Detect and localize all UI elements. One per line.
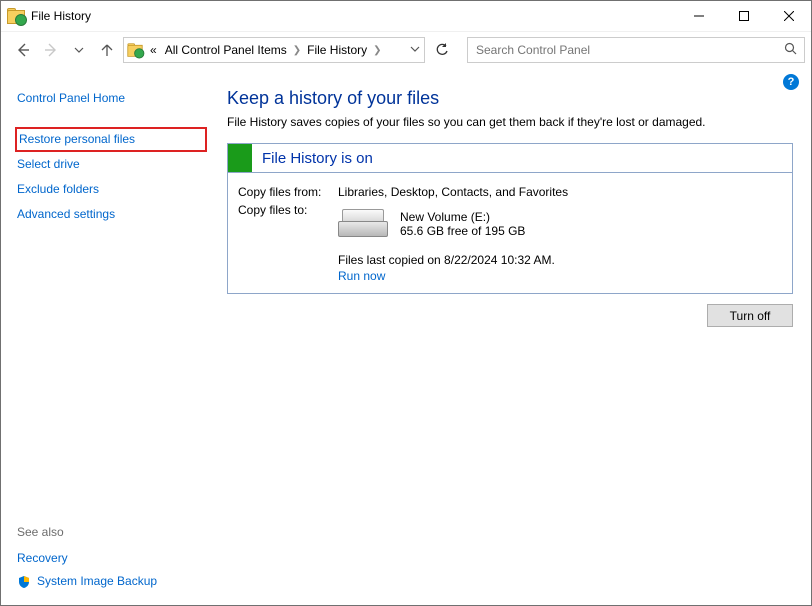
app-icon [7, 8, 25, 24]
run-now-link[interactable]: Run now [338, 269, 385, 283]
back-arrow-icon [14, 41, 32, 59]
maximize-button[interactable] [721, 1, 766, 31]
refresh-icon [435, 43, 449, 57]
minimize-button[interactable] [676, 1, 721, 31]
see-also-section: See also Recovery System Image Backup [17, 525, 207, 605]
shield-icon [17, 575, 31, 589]
breadcrumb-item[interactable]: File History [303, 43, 371, 57]
drive-icon [338, 209, 386, 239]
turn-off-button[interactable]: Turn off [707, 304, 793, 327]
breadcrumb-item[interactable]: All Control Panel Items [161, 43, 291, 57]
window-controls [676, 1, 811, 31]
title-bar: File History [1, 1, 811, 31]
main-panel: Keep a history of your files File Histor… [207, 68, 811, 605]
system-image-backup-link[interactable]: System Image Backup [37, 573, 157, 590]
back-button[interactable] [11, 38, 35, 62]
control-panel-home-link[interactable]: Control Panel Home [17, 86, 207, 111]
forward-arrow-icon [42, 41, 60, 59]
recovery-link[interactable]: Recovery [17, 550, 68, 567]
status-label: File History is on [262, 150, 373, 167]
breadcrumb-prefix: « [146, 43, 161, 57]
chevron-down-icon [74, 45, 84, 55]
highlight-box: Restore personal files [15, 127, 207, 152]
drive-free-space: 65.6 GB free of 195 GB [400, 224, 525, 238]
status-indicator-icon [228, 144, 252, 172]
file-history-window: File History [0, 0, 812, 606]
recent-dropdown[interactable] [67, 38, 91, 62]
close-icon [784, 11, 794, 21]
page-description: File History saves copies of your files … [227, 115, 793, 129]
restore-personal-files-link[interactable]: Restore personal files [17, 128, 135, 150]
nav-bar: « All Control Panel Items ❯ File History… [1, 31, 811, 68]
drive-name: New Volume (E:) [400, 210, 525, 224]
sidebar: Control Panel Home Restore personal file… [1, 68, 207, 605]
content-area: ? Control Panel Home Restore personal fi… [1, 68, 811, 605]
status-header: File History is on [228, 144, 792, 173]
exclude-folders-link[interactable]: Exclude folders [17, 177, 207, 202]
address-app-icon [124, 42, 146, 58]
action-row: Turn off [227, 304, 793, 327]
status-box: File History is on Copy files from: Libr… [227, 143, 793, 294]
copy-to-label: Copy files to: [238, 203, 338, 249]
address-dropdown-icon[interactable] [410, 43, 420, 57]
advanced-settings-link[interactable]: Advanced settings [17, 202, 207, 227]
address-bar[interactable]: « All Control Panel Items ❯ File History… [123, 37, 425, 63]
up-button[interactable] [95, 38, 119, 62]
search-icon[interactable] [784, 42, 798, 59]
breadcrumb-chevron-icon[interactable]: ❯ [371, 45, 383, 56]
select-drive-link[interactable]: Select drive [17, 152, 207, 177]
see-also-header: See also [17, 525, 207, 539]
maximize-icon [739, 11, 749, 21]
forward-button[interactable] [39, 38, 63, 62]
window-title: File History [31, 9, 91, 23]
search-input[interactable] [474, 42, 784, 58]
minimize-icon [694, 11, 704, 21]
refresh-button[interactable] [429, 37, 455, 63]
copy-from-label: Copy files from: [238, 185, 338, 199]
last-copied-text: Files last copied on 8/22/2024 10:32 AM. [338, 253, 782, 267]
page-heading: Keep a history of your files [227, 88, 793, 109]
search-box[interactable] [467, 37, 805, 63]
copy-to-value: New Volume (E:) 65.6 GB free of 195 GB [338, 203, 782, 249]
up-arrow-icon [99, 42, 115, 58]
copy-from-value: Libraries, Desktop, Contacts, and Favori… [338, 185, 782, 199]
status-body: Copy files from: Libraries, Desktop, Con… [228, 173, 792, 293]
breadcrumb-chevron-icon[interactable]: ❯ [291, 45, 303, 56]
close-button[interactable] [766, 1, 811, 31]
